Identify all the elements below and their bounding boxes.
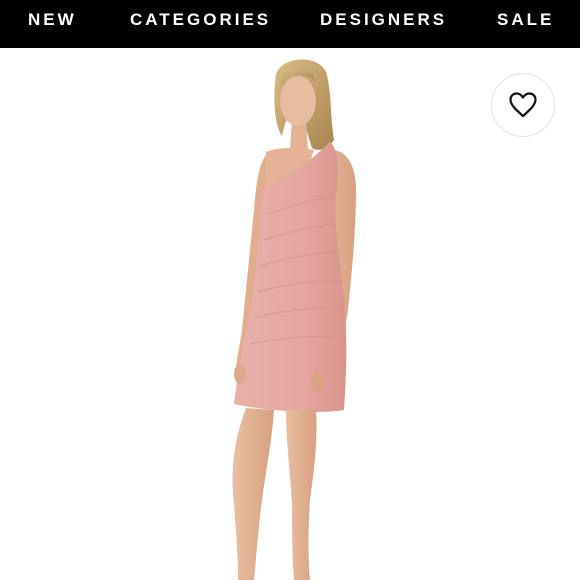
nav-item-categories[interactable]: CATEGORIES: [130, 11, 271, 29]
nav-item-sale[interactable]: SALE: [497, 11, 554, 29]
product-image-area: [0, 48, 580, 580]
favorite-button[interactable]: [491, 73, 555, 137]
model-right-leg: [286, 410, 317, 580]
product-photo: [232, 59, 356, 580]
nav-item-designers[interactable]: DESIGNERS: [320, 11, 447, 29]
model-left-leg: [232, 408, 274, 580]
model-face: [280, 76, 316, 126]
nav-item-new[interactable]: NEW: [28, 11, 77, 29]
heart-outline-icon: [509, 92, 537, 118]
top-navigation-bar: NEW CATEGORIES DESIGNERS SALE: [0, 0, 580, 48]
